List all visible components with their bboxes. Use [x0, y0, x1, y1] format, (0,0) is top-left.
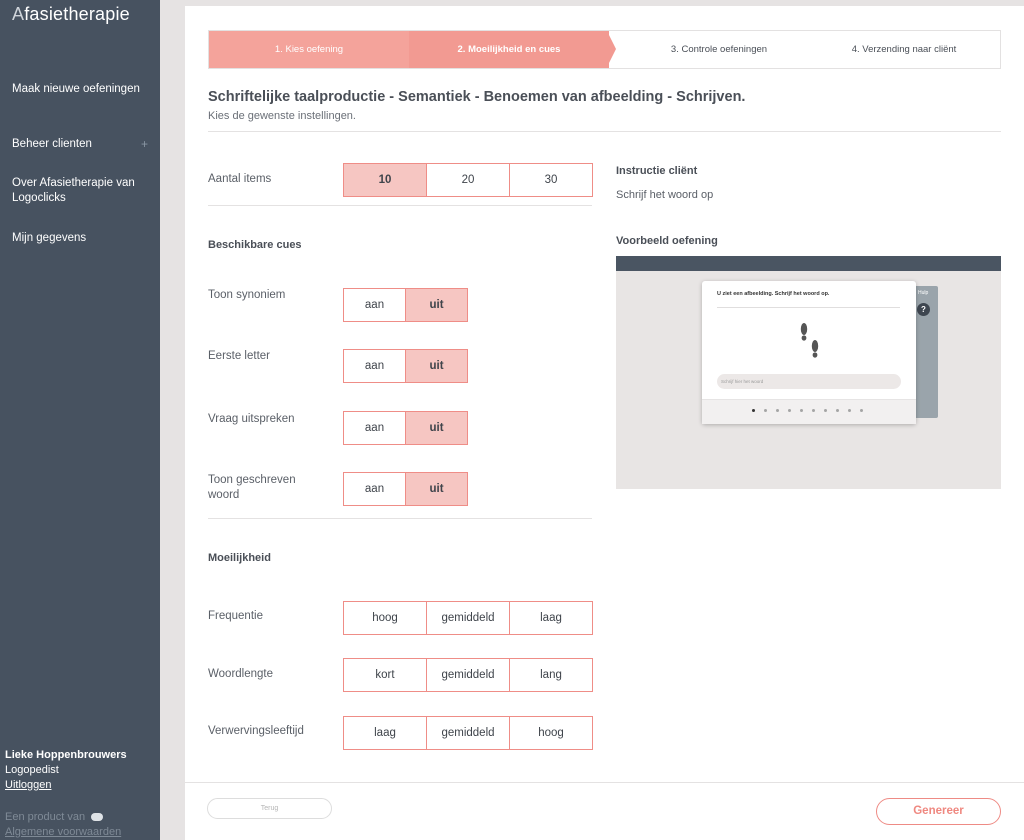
- page-subtitle: Kies de gewenste instellingen.: [208, 110, 356, 122]
- footprints-icon: [800, 323, 819, 358]
- cue-written-word-off-button[interactable]: uit: [405, 472, 468, 506]
- preview-footer: [702, 399, 916, 424]
- cue-synonym-off-button[interactable]: uit: [405, 288, 468, 322]
- acquisition-age-group: laag gemiddeld hoog: [343, 716, 593, 750]
- step-send-to-client[interactable]: 4. Verzending naar cliënt: [809, 31, 999, 68]
- cue-label-first-letter: Eerste letter: [208, 350, 270, 362]
- preview-top-bar: [616, 256, 1001, 271]
- cue-synonym-on-button[interactable]: aan: [343, 288, 406, 322]
- sidebar-item-label: Beheer clienten: [12, 138, 92, 150]
- aantal-items-group: 10 20 30: [343, 163, 593, 197]
- word-length-option-short[interactable]: kort: [343, 658, 427, 692]
- example-exercise-preview: Hulp ? U ziet een afbeelding. Schrijf he…: [616, 256, 1001, 489]
- plus-icon[interactable]: +: [141, 137, 148, 152]
- main-panel: 1. Kies oefening 2. Moeilijkheid en cues…: [185, 6, 1024, 840]
- cue-pronounce-on-button[interactable]: aan: [343, 411, 406, 445]
- aantal-option-10[interactable]: 10: [343, 163, 427, 197]
- step-difficulty-cues[interactable]: 2. Moeilijkheid en cues: [409, 31, 609, 68]
- acquisition-age-option-low[interactable]: laag: [343, 716, 427, 750]
- logoclicks-logo-icon: [91, 813, 104, 822]
- preview-pagination: [752, 409, 872, 412]
- page-title: Schriftelijke taalproductie - Semantiek …: [208, 89, 746, 105]
- preview-exercise-card: U ziet een afbeelding. Schrijf het woord…: [702, 281, 916, 424]
- user-role: Logopedist: [5, 764, 59, 776]
- cue-pronounce-off-button[interactable]: uit: [405, 411, 468, 445]
- frequency-option-medium[interactable]: gemiddeld: [426, 601, 510, 635]
- pagination-dot: [812, 409, 815, 412]
- preview-instruction: U ziet een afbeelding. Schrijf het woord…: [717, 291, 830, 297]
- acquisition-age-option-high[interactable]: hoog: [509, 716, 593, 750]
- divider: [208, 131, 1001, 132]
- preview-divider: [717, 307, 900, 308]
- sidebar: Afasietherapie Maak nieuwe oefeningen Be…: [0, 0, 160, 840]
- pagination-dot: [836, 409, 839, 412]
- divider: [208, 518, 592, 519]
- pagination-dot: [752, 409, 755, 412]
- cue-first-letter-off-button[interactable]: uit: [405, 349, 468, 383]
- cue-first-letter-on-button[interactable]: aan: [343, 349, 406, 383]
- pagination-dot: [824, 409, 827, 412]
- divider: [208, 205, 592, 206]
- frequency-group: hoog gemiddeld laag: [343, 601, 593, 635]
- difficulty-section-title: Moeilijkheid: [208, 552, 271, 564]
- pagination-dot: [848, 409, 851, 412]
- user-block: Lieke Hoppenbrouwers Logopedist Uitlogge…: [5, 748, 155, 793]
- logout-link[interactable]: Uitloggen: [5, 778, 155, 793]
- frequency-option-low[interactable]: laag: [509, 601, 593, 635]
- product-credit: Een product van: [5, 811, 104, 823]
- sidebar-item-label: Maak nieuwe oefeningen: [12, 83, 140, 95]
- pagination-dot: [776, 409, 779, 412]
- sidebar-item-new-exercises[interactable]: Maak nieuwe oefeningen: [12, 82, 152, 97]
- aantal-items-label: Aantal items: [208, 173, 272, 185]
- stepper: 1. Kies oefening 2. Moeilijkheid en cues…: [208, 30, 1001, 69]
- step-arrow: [607, 31, 616, 67]
- example-exercise-title: Voorbeeld oefening: [616, 235, 718, 247]
- cue-toggle-synonym: aan uit: [343, 288, 468, 322]
- cue-label-synonym: Toon synoniem: [208, 289, 286, 301]
- cue-toggle-pronounce: aan uit: [343, 411, 468, 445]
- sidebar-item-about[interactable]: Over Afasietherapie van Logoclicks: [12, 176, 152, 206]
- frequency-option-high[interactable]: hoog: [343, 601, 427, 635]
- word-length-group: kort gemiddeld lang: [343, 658, 593, 692]
- terms-link[interactable]: Algemene voorwaarden: [5, 826, 121, 838]
- cue-label-written-word: Toon geschreven woord: [208, 474, 296, 501]
- frequency-label: Frequentie: [208, 610, 263, 622]
- cue-label-pronounce: Vraag uitspreken: [208, 413, 295, 425]
- pagination-dot: [860, 409, 863, 412]
- back-button[interactable]: Terug: [207, 798, 332, 819]
- word-length-option-long[interactable]: lang: [509, 658, 593, 692]
- client-instruction-text: Schrijf het woord op: [616, 189, 714, 201]
- footer-divider: [185, 782, 1024, 783]
- cue-toggle-first-letter: aan uit: [343, 349, 468, 383]
- preview-help-label: Hulp: [918, 290, 929, 296]
- acquisition-age-label: Verwervingsleeftijd: [208, 725, 304, 737]
- help-question-icon: ?: [917, 303, 930, 316]
- pagination-dot: [788, 409, 791, 412]
- sidebar-item-label: Over Afasietherapie van Logoclicks: [12, 177, 135, 204]
- sidebar-item-manage-clients[interactable]: Beheer clienten +: [12, 137, 152, 152]
- word-length-label: Woordlengte: [208, 668, 273, 680]
- sidebar-item-my-data[interactable]: Mijn gegevens: [12, 231, 152, 246]
- app-logo[interactable]: Afasietherapie: [12, 4, 130, 25]
- acquisition-age-option-medium[interactable]: gemiddeld: [426, 716, 510, 750]
- pagination-dot: [800, 409, 803, 412]
- word-length-option-medium[interactable]: gemiddeld: [426, 658, 510, 692]
- cues-section-title: Beschikbare cues: [208, 239, 302, 251]
- aantal-option-30[interactable]: 30: [509, 163, 593, 197]
- pagination-dot: [764, 409, 767, 412]
- cue-written-word-on-button[interactable]: aan: [343, 472, 406, 506]
- client-instruction-title: Instructie cliënt: [616, 165, 698, 177]
- step-check-exercises[interactable]: 3. Controle oefeningen: [619, 31, 819, 68]
- step-choose-exercise[interactable]: 1. Kies oefening: [209, 31, 409, 68]
- sidebar-item-label: Mijn gegevens: [12, 232, 87, 244]
- aantal-option-20[interactable]: 20: [426, 163, 510, 197]
- cue-toggle-written-word: aan uit: [343, 472, 468, 506]
- preview-answer-input: Schrijf hier het woord: [717, 374, 901, 389]
- user-name: Lieke Hoppenbrouwers: [5, 749, 127, 761]
- generate-button[interactable]: Genereer: [876, 798, 1001, 825]
